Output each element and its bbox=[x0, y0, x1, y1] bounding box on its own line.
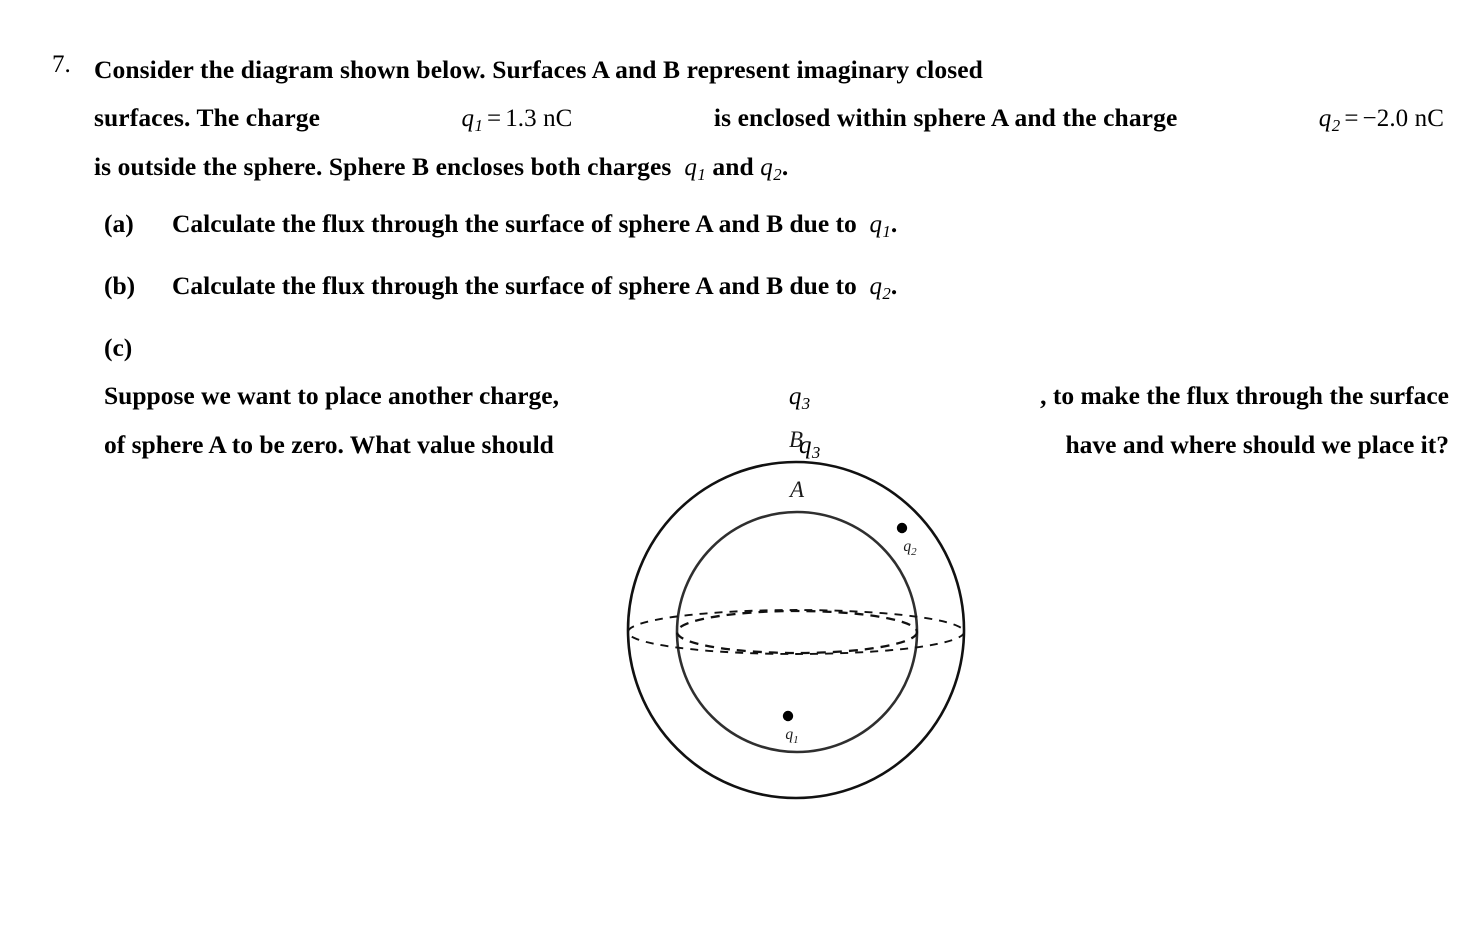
math-op-eq: = bbox=[486, 105, 502, 132]
subitem-b: (b) Calculate the flux through the surfa… bbox=[104, 262, 1449, 311]
stem-line-3-and: and bbox=[712, 152, 754, 181]
subitem-b-period: . bbox=[890, 271, 898, 300]
inner-sphere-equator-ellipse bbox=[675, 609, 919, 655]
math-var-q2b: q bbox=[760, 154, 773, 181]
figure-svg: B A q2 q1 bbox=[626, 427, 966, 800]
charge-q2-label: q2 bbox=[903, 538, 917, 558]
subitem-a-marker: (a) bbox=[104, 209, 134, 238]
subitem-c-line-1: Suppose we want to place another charge,… bbox=[104, 372, 1449, 421]
inner-sphere-a-circle bbox=[675, 510, 919, 754]
subitem-c-marker: (c) bbox=[104, 333, 133, 362]
math-value-q1: 1.3 nC bbox=[505, 105, 573, 132]
math-sub-b: 2 bbox=[882, 283, 891, 303]
math-op-eq2: = bbox=[1344, 105, 1359, 132]
math-var-q1b: q bbox=[684, 154, 697, 181]
stem-line-3-math-q2: q2 bbox=[760, 152, 782, 184]
math-value-q2: −2.0 nC bbox=[1362, 105, 1444, 132]
math-var-a: q bbox=[869, 211, 883, 238]
inner-sphere-a-label: A bbox=[788, 477, 805, 502]
stem-line-2: surfaces. The charge q1 = 1.3 nC is enclos… bbox=[94, 94, 1444, 143]
stem-line-3-math-q1: q1 bbox=[678, 152, 706, 184]
math-sub-a: 1 bbox=[882, 221, 891, 241]
subitem-b-math: q2 bbox=[863, 271, 891, 303]
stem-line-2-math-q1: q1 = 1.3 nC bbox=[461, 94, 572, 143]
math-sub-q1b: 1 bbox=[697, 164, 706, 184]
subitem-c-line1-after: , to make the flux through the surface bbox=[1040, 381, 1449, 410]
stem-line-2-math-q2: q2 = −2.0 nC bbox=[1319, 94, 1444, 143]
subitem-a-content: Calculate the flux through the surface o… bbox=[172, 209, 898, 241]
subitem-b-marker: (b) bbox=[104, 271, 136, 300]
subitem-c-line1-math: q3 bbox=[789, 372, 810, 421]
charge-q1-dot bbox=[782, 710, 794, 722]
subitem-a: (a) Calculate the flux through the surfa… bbox=[104, 200, 1449, 249]
math-sub-q2b: 2 bbox=[773, 164, 782, 184]
subitem-a-text: Calculate the flux through the surface o… bbox=[172, 209, 857, 238]
stem-line-1-text: Consider the diagram shown below. Surfac… bbox=[94, 55, 983, 84]
outer-sphere-b-label: B bbox=[789, 427, 803, 452]
math-var-b: q bbox=[869, 273, 883, 300]
charge-q2-dot bbox=[896, 522, 908, 534]
subitem-c-line2-after: have and where should we place it? bbox=[1065, 430, 1449, 459]
stem-line-3: is outside the sphere. Sphere B encloses… bbox=[94, 143, 1444, 192]
subitem-a-period: . bbox=[890, 209, 898, 238]
subitem-b-text: Calculate the flux through the surface o… bbox=[172, 271, 857, 300]
math-var-c1: q bbox=[788, 383, 802, 410]
stem-line-3-text: is outside the sphere. Sphere B encloses… bbox=[94, 152, 672, 181]
problem-stem: 7. Consider the diagram shown below. Sur… bbox=[52, 46, 1444, 192]
subitem-b-content: Calculate the flux through the surface o… bbox=[172, 271, 898, 303]
math-sub-q1: 1 bbox=[474, 115, 483, 135]
stem-line-2-parta: surfaces. The charge bbox=[94, 103, 321, 132]
stem-line-3-period: . bbox=[781, 152, 789, 181]
problem-number: 7. bbox=[52, 51, 71, 78]
subitem-c-line1-before: Suppose we want to place another charge, bbox=[104, 381, 559, 410]
math-sub-q2: 2 bbox=[1331, 115, 1341, 135]
charge-q1-label: q1 bbox=[785, 726, 798, 746]
gauss-surfaces-figure: B A q2 q1 bbox=[596, 425, 1006, 825]
math-var-q2: q bbox=[1318, 105, 1332, 132]
math-var-q1: q bbox=[461, 105, 475, 132]
subitem-c-line2-before: of sphere A to be zero. What value shoul… bbox=[104, 430, 554, 459]
stem-line-2-partb: is enclosed within sphere A and the char… bbox=[713, 103, 1178, 132]
problem-stem-body: Consider the diagram shown below. Surfac… bbox=[94, 46, 1444, 192]
subitem-a-math: q1 bbox=[863, 209, 891, 241]
math-sub-c1: 3 bbox=[801, 393, 811, 413]
stem-line-1: Consider the diagram shown below. Surfac… bbox=[94, 46, 1444, 94]
